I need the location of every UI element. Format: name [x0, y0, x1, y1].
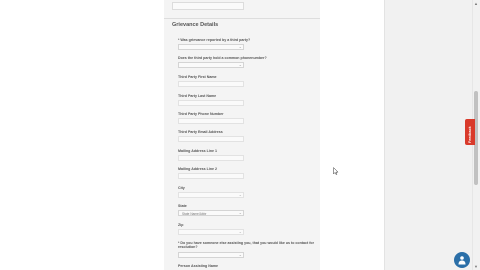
- chat-help-button[interactable]: [454, 252, 470, 268]
- third-party-union-select[interactable]: ⌄: [178, 62, 244, 68]
- city-input[interactable]: ⌄: [178, 192, 244, 198]
- third-party-phone-label: Third Party Phone Number: [178, 112, 224, 116]
- third-party-email-input[interactable]: [178, 136, 244, 142]
- scroll-down-arrow-icon[interactable]: ▼: [474, 264, 478, 269]
- field-indicator-icon: ⌄: [238, 229, 242, 234]
- mailing-address-2-label: Mailing Address Line 2: [178, 167, 218, 171]
- mailing-address-1-input[interactable]: [178, 155, 244, 161]
- feedback-tab-label: Feedback: [468, 126, 472, 143]
- feedback-tab[interactable]: Feedback: [465, 119, 475, 145]
- scroll-up-arrow-icon[interactable]: ▲: [474, 1, 478, 6]
- third-party-union-label: Does the third party hold a common phone…: [178, 56, 267, 60]
- third-party-last-name-label: Third Party Last Name: [178, 94, 217, 98]
- chat-help-icon: [458, 256, 466, 265]
- zip-input[interactable]: ⌄: [178, 229, 244, 235]
- section-divider: [164, 18, 320, 19]
- left-gutter: [0, 0, 164, 270]
- section-title: Grievance Details: [172, 22, 219, 28]
- mailing-address-1-label: Mailing Address Line 1: [178, 149, 218, 153]
- mouse-cursor-icon: [333, 167, 339, 175]
- state-label: State: [178, 204, 187, 208]
- chevron-down-icon: ⌄: [238, 252, 242, 257]
- third-party-email-label: Third Party Email Address: [178, 130, 223, 134]
- third-party-phone-input[interactable]: [178, 118, 244, 124]
- state-select-value: State Name/Abbr: [182, 211, 207, 216]
- contact-question-select[interactable]: ⌄: [178, 252, 244, 258]
- third-party-last-name-input[interactable]: [178, 100, 244, 106]
- chevron-down-icon: ⌄: [238, 44, 242, 49]
- third-party-reported-select[interactable]: ⌄: [178, 44, 244, 50]
- third-party-first-name-input[interactable]: [178, 81, 244, 87]
- city-label: City: [178, 186, 185, 190]
- contact-question-label: * Do you have someone else assisting you…: [178, 241, 314, 250]
- field-indicator-icon: ⌄: [238, 192, 242, 197]
- previous-field-input[interactable]: [172, 2, 244, 10]
- page-sidebar: [384, 0, 472, 270]
- chevron-down-icon: ⌄: [238, 210, 242, 215]
- zip-label: Zip: [178, 223, 184, 227]
- person-assisting-name-label: Person Assisting Name: [178, 264, 219, 268]
- state-select[interactable]: State Name/Abbr ⌄: [178, 210, 244, 216]
- third-party-first-name-label: Third Party First Name: [178, 75, 217, 79]
- chevron-down-icon: ⌄: [238, 62, 242, 67]
- right-gutter: [320, 0, 384, 270]
- mailing-address-2-input[interactable]: [178, 173, 244, 179]
- third-party-reported-label: * Was grievance reported by a third part…: [178, 38, 251, 42]
